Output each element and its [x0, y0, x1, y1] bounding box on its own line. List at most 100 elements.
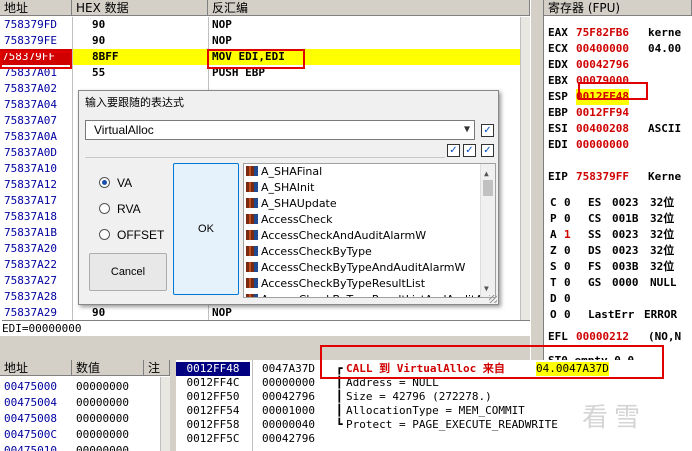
radio-offset-dot[interactable] [99, 229, 110, 240]
stack-row[interactable]: 0012FF50 00042796 ┃ Size = 42796 (272278.) [176, 390, 692, 404]
chevron-down-icon[interactable]: ▼ [464, 122, 470, 138]
flag-value[interactable]: 1 [564, 227, 571, 243]
flag-d[interactable]: D0 [544, 291, 692, 307]
register-eip[interactable]: EIP 758379FF Kerne [544, 169, 692, 185]
flag-value[interactable]: 0 [564, 291, 571, 307]
suggestion-item[interactable]: AccessCheckByType [244, 244, 482, 260]
radio-rva-dot[interactable] [99, 203, 110, 214]
register-esp[interactable]: ESP 0012FF48 [544, 89, 692, 105]
register-ebx[interactable]: EBX 00079000 [544, 73, 692, 89]
stack-address: 0012FF54 [186, 404, 240, 417]
suggestion-item[interactable]: AccessCheckAndAuditAlarmW [244, 228, 482, 244]
registers-pane[interactable]: 寄存器 (FPU) EAX 75F82FB6 kerne ECX 00400000 04.… [544, 0, 692, 360]
flag-z[interactable]: Z 0 DS 0023 32位 [544, 243, 692, 259]
register-ebp[interactable]: EBP 0012FF94 [544, 105, 692, 121]
disasm-scrollbar[interactable] [520, 17, 530, 321]
flag-value[interactable]: 0 [564, 211, 571, 227]
register-esi[interactable]: ESI 00400208 ASCII [544, 121, 692, 137]
register-edi[interactable]: EDI 00000000 [544, 137, 692, 153]
disasm-header-hex[interactable]: HEX 数据 [72, 0, 208, 16]
register-edx[interactable]: EDX 00042796 [544, 57, 692, 73]
dump-header-note[interactable]: 注 [144, 360, 170, 376]
suggestion-item[interactable]: AccessCheck [244, 212, 482, 228]
pane-splitter[interactable] [530, 0, 544, 360]
register-efl[interactable]: EFL 00000212 (NO,N [544, 329, 692, 345]
disasm-row[interactable]: 75837A29 90 NOP [0, 305, 520, 321]
fpu-st0[interactable]: ST0 empty 0.0 [548, 353, 634, 360]
cancel-button[interactable]: Cancel [89, 253, 167, 291]
dump-row[interactable]: 00475010 00000000 [0, 443, 160, 451]
flag-a[interactable]: A 1 SS 0023 32位 [544, 227, 692, 243]
dump-value: 00000000 [76, 412, 129, 425]
register-eax[interactable]: EAX 75F82FB6 kerne [544, 25, 692, 41]
register-value[interactable]: 0012FF48 [576, 89, 629, 105]
register-value[interactable]: 00400208 [576, 121, 629, 137]
flag-s[interactable]: S 0 FS 003B 32位 [544, 259, 692, 275]
flag-o[interactable]: O 0 LastErr ERROR [544, 307, 692, 323]
follow-expression-dialog[interactable]: 输入要跟随的表达式 VirtualAlloc ▼ ✓ ✓ ✓ ✓ VA RVA … [78, 90, 499, 305]
register-value[interactable]: 0012FF94 [576, 105, 629, 121]
flag-value[interactable]: 0 [564, 307, 571, 323]
stack-call-target[interactable]: 04.0047A37D [536, 362, 609, 376]
suggestion-item[interactable]: A_SHAFinal [244, 164, 482, 180]
flag-value[interactable]: 0 [564, 275, 571, 291]
register-value[interactable]: 00400000 [576, 41, 629, 57]
register-value[interactable]: 00000000 [576, 137, 629, 153]
disasm-header-address[interactable]: 地址 [0, 0, 72, 16]
flag-t[interactable]: T 0 GS 0000 NULL [544, 275, 692, 291]
flag-p[interactable]: P 0 CS 001B 32位 [544, 211, 692, 227]
disasm-row[interactable]: 758379FD 90 NOP [0, 17, 520, 33]
suggestion-item[interactable]: A_SHAInit [244, 180, 482, 196]
suggestion-scrollbar[interactable]: ▲ ▼ [480, 164, 495, 297]
suggestion-item[interactable]: AccessCheckByTypeAndAuditAlarmW [244, 260, 482, 276]
current-instruction-row[interactable]: 758379FF 8BFF MOV EDI,EDI [0, 49, 520, 65]
dump-row[interactable]: 00475004 00000000 [0, 395, 160, 411]
dump-row[interactable]: 00475000 00000000 [0, 379, 160, 395]
expression-combobox[interactable]: VirtualAlloc ▼ [85, 120, 475, 140]
flag-value[interactable]: 0 [564, 243, 571, 259]
flag-name: C [550, 196, 557, 209]
suggestion-label: A_SHAUpdate [261, 197, 337, 210]
dump-pane[interactable]: 地址 数值 注 00475000 00000000 00475004 00000000… [0, 360, 170, 451]
ok-button[interactable]: OK [173, 163, 239, 295]
flag-value[interactable]: 0 [564, 195, 571, 211]
scroll-thumb[interactable] [483, 180, 493, 196]
dump-header-address[interactable]: 地址 [0, 360, 72, 376]
flag-name: S [550, 260, 557, 273]
register-value[interactable]: 758379FF [576, 169, 629, 185]
expression-option-checkbox[interactable]: ✓ [481, 124, 494, 137]
suggestion-label: AccessCheckAndAuditAlarmW [261, 229, 427, 242]
suggestion-list[interactable]: A_SHAFinal A_SHAInit A_SHAUpdate AccessChec… [243, 163, 496, 298]
dump-row[interactable]: 0047500C 00000000 [0, 427, 160, 443]
expression-input[interactable]: VirtualAlloc [94, 122, 154, 138]
dump-row[interactable]: 00475008 00000000 [0, 411, 160, 427]
stack-row[interactable]: 0012FF5C 00042796 [176, 432, 692, 446]
register-value[interactable]: 00042796 [576, 57, 629, 73]
suggestion-item[interactable]: AccessCheckByTypeResultListAndAuditAlarm [244, 292, 482, 297]
radio-rva[interactable]: RVA [95, 201, 165, 217]
flag-c[interactable]: C 0 ES 0023 32位 [544, 195, 692, 211]
dump-header-value[interactable]: 数值 [72, 360, 144, 376]
register-value[interactable]: 00000212 [576, 329, 629, 345]
dialog-resize-grip[interactable] [489, 295, 497, 303]
secondary-combobox[interactable] [85, 144, 445, 158]
option-checkbox-1[interactable]: ✓ [447, 144, 460, 157]
segment-name: LastErr [588, 308, 635, 321]
stack-top-row[interactable]: 0012FF48 0047A37D ┏ CALL 到 VirtualAlloc 来自 0… [176, 362, 692, 376]
stack-row[interactable]: 0012FF4C 00000000 ┃ Address = NULL [176, 376, 692, 390]
option-checkbox-2[interactable]: ✓ [463, 144, 476, 157]
disasm-row[interactable]: 758379FE 90 NOP [0, 33, 520, 49]
register-ecx[interactable]: ECX 00400000 04.00 [544, 41, 692, 57]
disasm-row[interactable]: 75837A01 55 PUSH EBP [0, 65, 520, 81]
register-value[interactable]: 75F82FB6 [576, 25, 629, 41]
radio-va[interactable]: VA [95, 175, 165, 191]
suggestion-item[interactable]: AccessCheckByTypeResultList [244, 276, 482, 292]
radio-va-dot[interactable] [99, 177, 110, 188]
flag-value[interactable]: 0 [564, 259, 571, 275]
option-checkbox-3[interactable]: ✓ [481, 144, 494, 157]
register-value[interactable]: 00079000 [576, 73, 629, 89]
disasm-header-disassembly[interactable]: 反汇编 [208, 0, 530, 16]
radio-offset[interactable]: OFFSET [95, 227, 171, 243]
suggestion-item[interactable]: A_SHAUpdate [244, 196, 482, 212]
dump-scrollbar[interactable] [160, 377, 170, 451]
